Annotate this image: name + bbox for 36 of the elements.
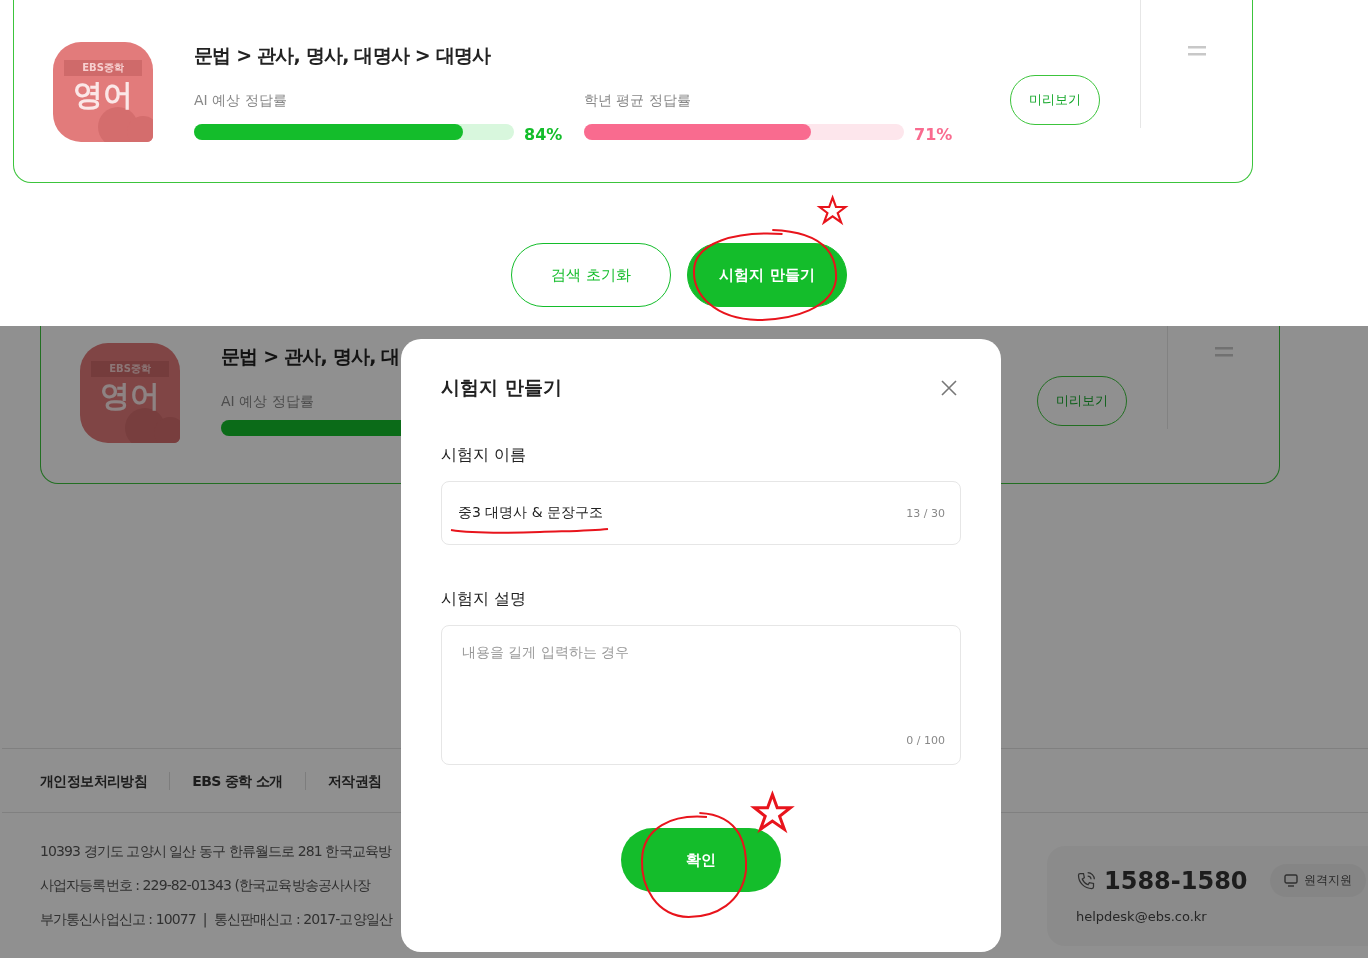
remote-support-button[interactable]: 원격지원 (1269, 864, 1366, 897)
metric-label: AI 예상 정답률 (221, 392, 314, 411)
annotation-star (818, 195, 848, 225)
helpdesk-email: helpdesk@ebs.co.kr (1076, 909, 1207, 924)
field-label: 시험지 설명 (441, 589, 527, 609)
preview-button[interactable]: 미리보기 (1010, 75, 1100, 125)
footer-link[interactable]: EBS 중학 소개 (169, 771, 305, 790)
address-line: 사업자등록번호 : 229-82-01343 (한국교육방송공사사장 (40, 876, 371, 895)
drag-handle-icon[interactable] (1214, 347, 1233, 357)
phone-number: 1588-1580 (1104, 866, 1248, 895)
field-label: 시험지 이름 (441, 445, 527, 465)
logo-subject: 영어 (100, 377, 160, 415)
close-icon (941, 380, 957, 396)
monitor-icon (1283, 874, 1298, 887)
logo-caption: EBS중학 (91, 361, 169, 377)
character-counter: 13 / 30 (906, 507, 945, 520)
metric-label: 학년 평균 정답률 (584, 91, 691, 110)
card-title: 문법 > 관사, 명사, 대명사 > 대명사 (194, 43, 491, 68)
metric-label: AI 예상 정답률 (194, 91, 287, 110)
address-line: 10393 경기도 고양시 일산 동구 한류월드로 281 한국교육방 (40, 842, 391, 861)
annotation-star (752, 791, 794, 833)
drag-handle-icon[interactable] (1187, 46, 1206, 56)
percent-value: 71% (914, 125, 953, 144)
character-counter: 0 / 100 (906, 734, 945, 747)
percent-value: 84% (524, 125, 563, 144)
logo-caption: EBS중학 (64, 60, 142, 76)
reset-search-button[interactable]: 검색 초기화 (511, 243, 671, 307)
card-title: 문법 > 관사, 명사, 대 (221, 344, 400, 369)
create-test-button[interactable]: 시험지 만들기 (687, 243, 847, 307)
dialog-title: 시험지 만들기 (441, 375, 562, 400)
phone-icon (1076, 870, 1096, 891)
logo-subject: 영어 (73, 76, 133, 114)
confirm-button[interactable]: 확인 (621, 828, 781, 892)
preview-button[interactable]: 미리보기 (1037, 376, 1127, 426)
footer-link[interactable]: 개인정보처리방침 (40, 771, 170, 790)
address-line: 부가통신사업신고 : 10077 | 통신판매신고 : 2017-고양일산 (40, 910, 392, 929)
